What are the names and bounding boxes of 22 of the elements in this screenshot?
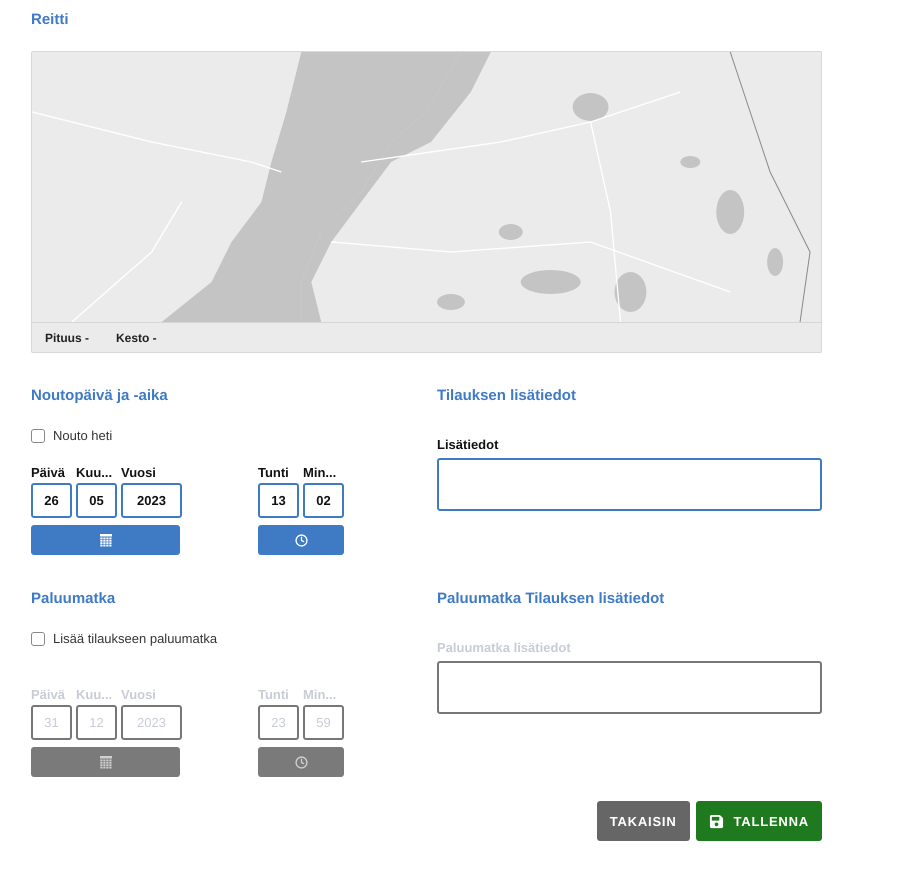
date-field[interactable]: 26 bbox=[31, 483, 72, 518]
field-label: Lisätiedot bbox=[437, 437, 498, 452]
time-field[interactable]: 13 bbox=[258, 483, 299, 518]
back-button[interactable]: TAKAISIN bbox=[596, 801, 690, 841]
section-title: Noutopäivä ja -aika bbox=[31, 386, 168, 406]
section-title: Tilauksen lisätiedot bbox=[437, 386, 576, 406]
section-title: Reitti bbox=[31, 10, 68, 30]
field-label: Vuosi bbox=[121, 465, 157, 481]
section-title: Paluumatka bbox=[31, 589, 116, 609]
field-label: Tunti bbox=[258, 465, 290, 481]
route-summary: Pituus - bbox=[45, 330, 89, 344]
section-title: Paluumatka Tilauksen lisätiedot bbox=[437, 589, 664, 609]
field-label: Kuu... bbox=[76, 465, 114, 481]
checkbox-label: Lisää tilaukseen paluumatka bbox=[53, 631, 218, 646]
save-button[interactable]: TALLENNA bbox=[696, 801, 822, 841]
date-field[interactable]: 2023 bbox=[121, 483, 182, 518]
time-field[interactable]: 02 bbox=[303, 483, 344, 518]
route-summary: Kesto - bbox=[116, 330, 157, 344]
field-label: Min... bbox=[303, 465, 338, 481]
field-label: Päivä bbox=[31, 465, 66, 481]
checkbox-label: Nouto heti bbox=[53, 428, 112, 443]
date-field[interactable]: 05 bbox=[76, 483, 117, 518]
